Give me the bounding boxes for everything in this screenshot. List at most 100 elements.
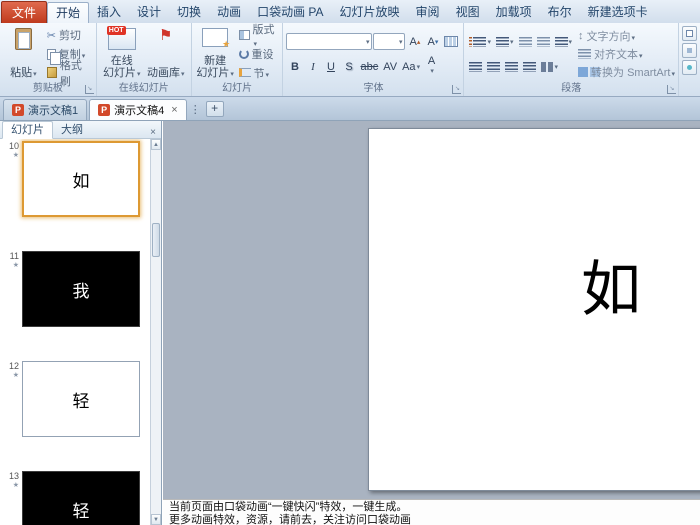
animation-indicator-icon: ★ (12, 372, 19, 379)
document-tab-presentation1[interactable]: P 演示文稿1 (3, 99, 88, 120)
tab-transitions[interactable]: 切换 (169, 2, 209, 23)
slide-thumbnail-11[interactable]: 我 (22, 251, 140, 327)
slide-number: 12 (8, 361, 19, 371)
thumbnail-row-13: 13 ★ 轻 (0, 471, 150, 525)
arrange-button[interactable] (682, 43, 697, 58)
document-tab-bar: P 演示文稿1 P 演示文稿4 × ⋮ + (0, 97, 700, 121)
italic-button[interactable]: I (304, 58, 321, 75)
animation-indicator-icon: ★ (12, 262, 19, 269)
online-slides-button[interactable]: HOT 在线 幻灯片 (100, 25, 144, 83)
thumbnail-scrollbar[interactable]: ▲ ▼ (150, 139, 161, 525)
text-shadow-button[interactable]: S (340, 58, 357, 75)
ribbon-tab-bar: 文件 开始 插入 设计 切换 动画 口袋动画 PA 幻灯片放映 审阅 视图 加载… (0, 0, 700, 23)
animation-indicator-icon: ★ (12, 482, 19, 489)
character-spacing-button[interactable]: AV (381, 58, 399, 75)
slides-group-label: 幻灯片 (222, 83, 253, 94)
ribbon-group-slides: 新建 幻灯片 版式 重设 节 (192, 23, 284, 96)
tab-insert[interactable]: 插入 (89, 2, 129, 23)
clear-formatting-button[interactable] (442, 33, 460, 50)
slide-thumbnail-12[interactable]: 轻 (22, 361, 140, 437)
tab-outline[interactable]: 大纲 (53, 122, 91, 138)
quick-styles-button[interactable] (682, 60, 697, 75)
new-document-tab-button[interactable]: + (205, 101, 224, 117)
tab-file[interactable]: 文件 (1, 1, 47, 23)
document-tab-presentation4[interactable]: P 演示文稿4 × (89, 99, 187, 120)
tab-pocket-animation[interactable]: 口袋动画 PA (249, 2, 331, 23)
slide-thumbnail-13[interactable]: 轻 (22, 471, 140, 525)
align-center-button[interactable] (485, 58, 502, 75)
paste-button[interactable]: 粘贴 (3, 25, 44, 83)
tab-home[interactable]: 开始 (47, 2, 90, 23)
font-size-select[interactable] (373, 33, 406, 50)
scrollbar-thumb[interactable] (152, 223, 160, 257)
font-color-button[interactable]: A (423, 56, 440, 75)
tab-buer[interactable]: 布尔 (540, 2, 580, 23)
tab-addins[interactable]: 加载项 (488, 2, 540, 23)
slides-thumbnail-list: 10 ★ 如 11 ★ 我 12 ★ 轻 13 ★ 轻 ▲ ▼ (0, 139, 161, 525)
paragraph-dialog-launcher-icon[interactable] (667, 85, 676, 94)
slides-panel: 幻灯片 大纲 × 10 ★ 如 11 ★ 我 12 ★ 轻 13 ★ 轻 ▲ ▼ (0, 121, 162, 525)
tab-review[interactable]: 审阅 (408, 2, 448, 23)
shrink-font-button[interactable]: A (424, 33, 441, 50)
change-case-button[interactable]: Aa (400, 58, 422, 75)
layout-button[interactable]: 版式 (236, 24, 280, 44)
shapes-button[interactable] (682, 26, 697, 41)
tab-new-custom-tab[interactable]: 新建选项卡 (580, 2, 656, 23)
grow-font-button[interactable]: A (406, 33, 423, 50)
close-document-icon[interactable]: × (171, 104, 177, 116)
align-right-button[interactable] (503, 58, 520, 75)
clipboard-dialog-launcher-icon[interactable] (84, 85, 94, 94)
section-button[interactable]: 节 (236, 64, 280, 81)
underline-button[interactable]: U (322, 58, 339, 75)
tab-design[interactable]: 设计 (129, 2, 169, 23)
new-slide-icon (202, 28, 230, 50)
bold-button[interactable]: B (286, 58, 303, 75)
font-dialog-launcher-icon[interactable] (452, 85, 462, 94)
justify-button[interactable] (521, 58, 538, 75)
slide-canvas[interactable]: 如 (368, 128, 700, 491)
bullets-icon (469, 36, 473, 47)
font-name-select[interactable] (286, 33, 373, 50)
text-direction-button[interactable]: ↕ 文字方向 (578, 28, 675, 43)
slide-number: 13 (8, 471, 19, 481)
animation-library-button[interactable]: ⚑ 动画库 (144, 25, 188, 83)
text-direction-icon: ↕ (578, 29, 584, 42)
tab-animations[interactable]: 动画 (209, 2, 249, 23)
strikethrough-button[interactable]: abc (358, 58, 380, 75)
slide-thumbnail-10[interactable]: 如 (22, 141, 140, 217)
numbering-icon (496, 36, 509, 47)
slide-number: 10 (8, 141, 19, 151)
columns-button[interactable] (539, 58, 560, 75)
align-left-button[interactable] (467, 58, 484, 75)
tab-view[interactable]: 视图 (448, 2, 488, 23)
cut-button[interactable]: ✂ 剪切 (44, 27, 93, 44)
flag-icon: ⚑ (159, 27, 173, 44)
hot-badge: HOT (106, 26, 126, 35)
tab-list-menu-icon[interactable]: ⋮ (190, 103, 201, 116)
align-center-icon (487, 61, 501, 72)
new-slide-button[interactable]: 新建 幻灯片 (195, 25, 236, 83)
close-pane-icon[interactable]: × (145, 127, 161, 138)
format-painter-button[interactable]: 格式刷 (44, 60, 93, 88)
animation-indicator-icon: ★ (12, 152, 19, 159)
align-text-icon (578, 49, 592, 59)
thumbnail-row-11: 11 ★ 我 (0, 251, 150, 331)
presentation-app-window: 文件 开始 插入 设计 切换 动画 口袋动画 PA 幻灯片放映 审阅 视图 加载… (0, 0, 700, 525)
line-spacing-button[interactable] (553, 33, 575, 50)
tab-slides-thumbnails[interactable]: 幻灯片 (2, 121, 53, 139)
slide-text[interactable]: 如 (581, 241, 641, 328)
slide-editing-area[interactable]: 如 (163, 121, 700, 499)
tab-slideshow[interactable]: 幻灯片放映 (332, 2, 408, 23)
numbering-button[interactable] (494, 33, 516, 50)
bullets-button[interactable] (467, 33, 493, 50)
format-painter-icon (46, 67, 57, 79)
scroll-down-icon[interactable]: ▼ (151, 514, 161, 525)
scroll-up-icon[interactable]: ▲ (151, 139, 161, 150)
convert-smartart-button[interactable]: 转换为 SmartArt (578, 65, 675, 80)
powerpoint-file-icon: P (98, 104, 111, 116)
increase-indent-button[interactable] (535, 33, 552, 50)
decrease-indent-button[interactable] (517, 33, 534, 50)
align-text-button[interactable]: 对齐文本 (578, 47, 675, 62)
reset-button[interactable]: 重设 (236, 46, 280, 63)
increase-indent-icon (536, 36, 550, 47)
